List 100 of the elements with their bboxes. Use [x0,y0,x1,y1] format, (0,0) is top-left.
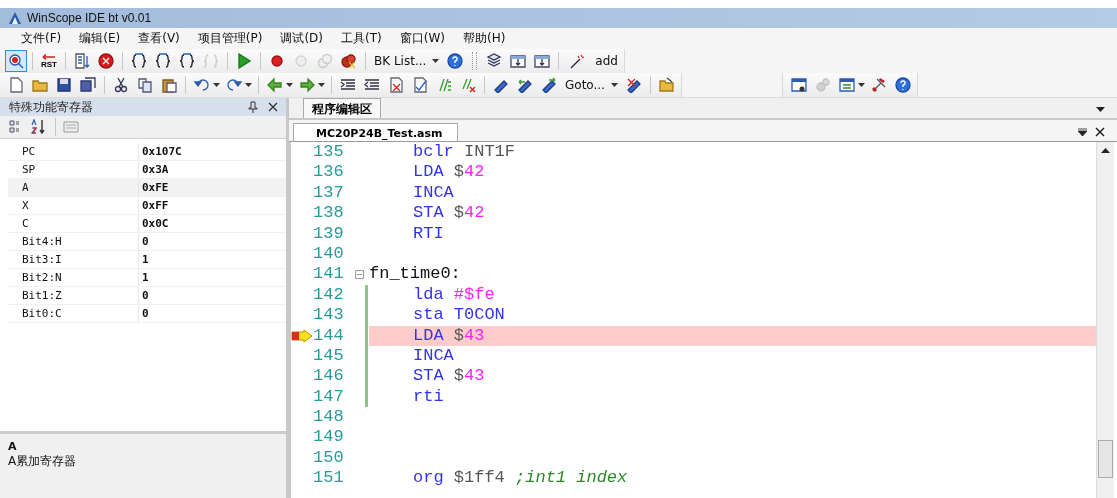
register-value: 0xFF [141,199,169,212]
tab-list-icon[interactable] [1078,128,1087,136]
line-number: 145 [313,345,345,367]
dropdown-arrow-icon[interactable] [1096,107,1105,112]
code-line: LDA $43 [413,325,485,345]
code-line: STA $42 [413,203,485,223]
clear-breakpoints-icon[interactable] [339,51,359,71]
line-number: 150 [313,447,345,469]
register-value: 0x0C [141,217,169,230]
menu-item[interactable]: 调试(D) [273,28,330,49]
code-line: rti [413,386,444,406]
register-value: 0x3A [141,163,169,176]
code-line: bclr INT1F [413,142,516,161]
save-icon[interactable] [54,75,74,95]
scrollbar-thumb[interactable] [1098,440,1113,478]
goto-dropdown[interactable]: Goto... [563,78,620,92]
menu-item[interactable]: 查看(V) [131,28,187,49]
register-name: X [8,197,139,214]
code-line: LDA $42 [413,162,485,182]
line-number: 146 [313,366,345,387]
menu-item[interactable]: 工具(T) [334,28,389,49]
help-icon[interactable] [892,75,913,95]
close-icon[interactable] [1095,127,1105,137]
register-row[interactable]: Bit1:Z 0 [8,287,286,305]
fold-toggle-icon[interactable] [355,270,364,280]
register-row[interactable]: Bit0:C 0 [8,305,286,323]
add-button[interactable]: add [565,51,620,71]
register-row[interactable]: X 0xFF [8,197,286,215]
register-row[interactable]: Bit3:I 1 [8,251,286,269]
line-number: 141 [313,264,345,285]
close-icon[interactable] [268,102,278,112]
file-tab[interactable]: MC20P24B_Test.asm [293,123,458,141]
line-number: 144 [313,325,345,346]
register-name: A [8,179,139,196]
register-row[interactable]: A 0xFE [8,179,286,197]
menu-item[interactable]: 窗口(W) [392,28,452,49]
code-line: lda #$fe [413,284,495,304]
code-line: INCA [413,345,454,365]
step-over-icon[interactable] [153,51,173,71]
register-name: Bit3:I [8,251,139,268]
find-window-icon[interactable] [788,75,809,95]
caret-icon[interactable] [318,83,325,87]
line-number: 151 [313,468,345,489]
forward-icon[interactable] [297,75,317,95]
register-row[interactable]: Bit2:N 1 [8,269,286,287]
window-icon[interactable] [836,75,857,95]
step-out-icon[interactable] [177,51,197,71]
line-number: 143 [313,305,345,326]
menu-item[interactable]: 帮助(H) [455,28,513,49]
description-text: A累加寄存器 [8,453,78,470]
register-value: 1 [141,253,149,266]
step-into-icon[interactable] [129,51,149,71]
help-icon[interactable] [445,51,466,71]
caret-icon[interactable] [213,83,220,87]
caret-icon[interactable] [857,83,865,87]
line-number: 148 [313,407,345,428]
line-number: 142 [313,284,345,306]
list-icon[interactable] [72,51,92,71]
open-folder-icon[interactable] [656,75,677,95]
panel-tab[interactable]: 程序编辑区 [303,98,381,118]
register-name: C [8,215,139,232]
register-value: 1 [141,271,149,284]
caret-icon[interactable] [286,83,293,87]
caret-icon[interactable] [245,83,252,87]
code-line: sta T0CON [413,305,505,325]
code-line: INCA [413,182,454,202]
line-number: 135 [313,142,345,163]
breakpoint-list-dropdown[interactable]: BK List... [372,54,442,68]
menu-item[interactable]: 文件(F) [14,28,69,49]
code-line: org $1ff4 ;int1 index [413,468,628,488]
panel-title: 特殊功能寄存器 [9,98,93,116]
register-value: 0x107C [141,145,182,158]
register-value: 0 [141,289,149,302]
line-number: 149 [313,427,345,448]
menu-item[interactable]: 编辑(E) [72,28,128,49]
register-name: Bit1:Z [8,287,139,304]
line-number: 138 [313,203,345,224]
register-name: Bit2:N [8,269,139,286]
register-row[interactable]: Bit4:H 0 [8,233,286,251]
register-value: 0 [141,235,149,248]
line-number: 140 [313,243,345,265]
register-row[interactable]: PC 0x107C [8,143,286,161]
code-editor[interactable]: 135 bclr INT1F 136 LDA $42 137 INCA 138 STA $42 139 RTI 140 141 fn_time0: 142 lda #$fe 143 sta T0CON 144 LDA $43 145 INCA 146 STA $43 147 rti 148 149 150 151 org $1ff4 ;int1 index [289,142,1117,498]
copy-icon[interactable] [135,75,155,95]
register-row[interactable]: C 0x0C [8,215,286,233]
stop-icon[interactable] [96,51,116,71]
code-line: RTI [413,223,444,243]
menu-item[interactable]: 项目管理(P) [190,28,270,49]
register-name: PC [8,143,139,160]
reset-button[interactable]: RST [39,53,59,69]
window-title: WinScope IDE bt v0.01 [27,11,152,25]
pin-icon[interactable] [248,101,258,113]
save-all-icon[interactable] [78,75,98,95]
debug-find-icon[interactable] [6,51,26,71]
line-number: 139 [313,223,345,244]
vertical-scrollbar[interactable] [1096,142,1114,498]
code-line: STA $43 [413,366,485,386]
back-icon[interactable] [265,75,285,95]
app-logo-icon [8,11,22,25]
scroll-up-icon[interactable] [1101,148,1110,153]
